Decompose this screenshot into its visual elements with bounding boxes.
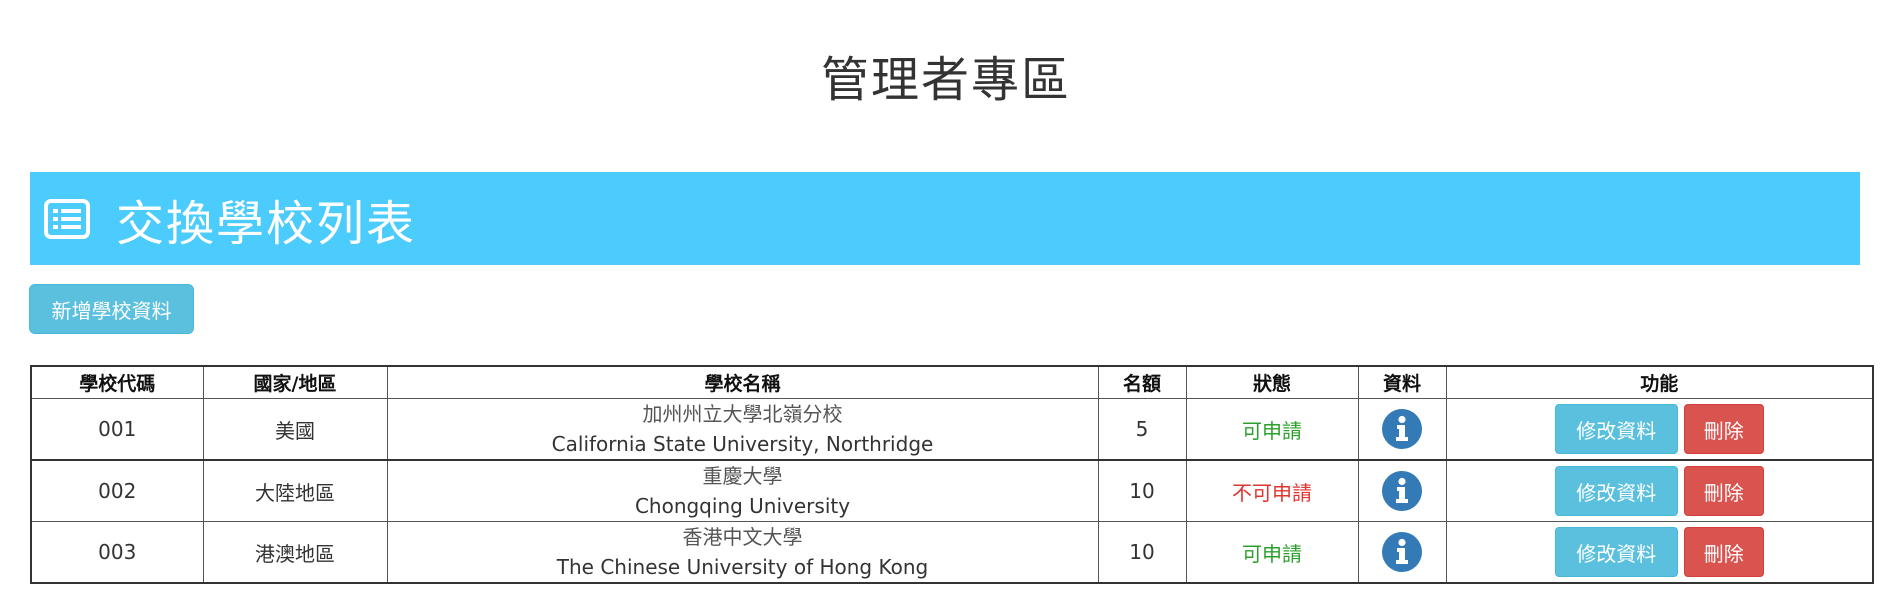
info-circle-icon[interactable] — [1381, 408, 1423, 450]
info-circle-icon[interactable] — [1381, 470, 1423, 512]
edit-button[interactable]: 修改資料 — [1554, 527, 1678, 577]
school-name-cell: 重慶大學 Chongqing University — [386, 459, 1099, 522]
table-row: 001 美國 加州州立大學北嶺分校 California State Unive… — [30, 398, 1874, 461]
school-name-en: California State University, Northridge — [551, 432, 934, 456]
edit-button[interactable]: 修改資料 — [1554, 466, 1678, 516]
status-cell: 可申請 — [1185, 521, 1359, 584]
school-region: 美國 — [202, 398, 388, 461]
school-name-zh: 加州州立大學北嶺分校 — [642, 402, 843, 426]
info-cell — [1357, 398, 1447, 461]
table-row: 003 港澳地區 香港中文大學 The Chinese University o… — [30, 521, 1874, 584]
status-text: 可申請 — [1242, 541, 1302, 566]
school-name-en: The Chinese University of Hong Kong — [556, 555, 929, 579]
school-quota: 10 — [1097, 459, 1187, 522]
banner-title: 交換學校列表 — [116, 195, 417, 252]
admin-page: 管理者專區 交換學校列表 新增學校資料 學校代碼 國家/地區 學校名稱 名額 狀… — [0, 0, 1892, 614]
status-cell: 可申請 — [1185, 398, 1359, 461]
actions-cell: 修改資料 刪除 — [1445, 398, 1874, 461]
page-title: 管理者專區 — [820, 52, 1071, 108]
school-name-zh: 香港中文大學 — [682, 525, 803, 549]
header-school-name: 學校名稱 — [386, 365, 1099, 399]
school-code: 003 — [30, 521, 204, 584]
list-alt-icon — [44, 198, 90, 239]
header-status: 狀態 — [1185, 365, 1359, 399]
school-quota: 10 — [1097, 521, 1187, 584]
status-text: 不可申請 — [1232, 480, 1312, 505]
header-quota: 名額 — [1097, 365, 1187, 399]
table-header-row: 學校代碼 國家/地區 學校名稱 名額 狀態 資料 功能 — [30, 365, 1874, 399]
delete-button[interactable]: 刪除 — [1683, 466, 1764, 516]
info-cell — [1357, 459, 1447, 522]
school-list-banner: 交換學校列表 — [30, 172, 1860, 265]
school-name-en: Chongqing University — [634, 494, 851, 518]
school-region: 港澳地區 — [202, 521, 388, 584]
delete-button[interactable]: 刪除 — [1683, 404, 1764, 454]
school-name-cell: 加州州立大學北嶺分校 California State University, … — [386, 398, 1099, 461]
school-quota: 5 — [1097, 398, 1187, 461]
school-code: 002 — [30, 459, 204, 522]
header-info: 資料 — [1357, 365, 1447, 399]
actions-cell: 修改資料 刪除 — [1445, 521, 1874, 584]
header-school-code: 學校代碼 — [30, 365, 204, 399]
header-region: 國家/地區 — [202, 365, 388, 399]
edit-button[interactable]: 修改資料 — [1554, 404, 1678, 454]
school-region: 大陸地區 — [202, 459, 388, 522]
school-name-cell: 香港中文大學 The Chinese University of Hong Ko… — [386, 521, 1099, 584]
info-circle-icon[interactable] — [1381, 531, 1423, 573]
school-code: 001 — [30, 398, 204, 461]
status-text: 可申請 — [1242, 418, 1302, 443]
school-table: 學校代碼 國家/地區 學校名稱 名額 狀態 資料 功能 001 美國 加州州立大… — [30, 365, 1874, 584]
status-cell: 不可申請 — [1185, 459, 1359, 522]
table-row: 002 大陸地區 重慶大學 Chongqing University 10 不可… — [30, 459, 1874, 522]
info-cell — [1357, 521, 1447, 584]
header-actions: 功能 — [1445, 365, 1874, 399]
delete-button[interactable]: 刪除 — [1683, 527, 1764, 577]
add-school-button[interactable]: 新增學校資料 — [29, 284, 194, 334]
actions-cell: 修改資料 刪除 — [1445, 459, 1874, 522]
school-name-zh: 重慶大學 — [702, 464, 783, 488]
